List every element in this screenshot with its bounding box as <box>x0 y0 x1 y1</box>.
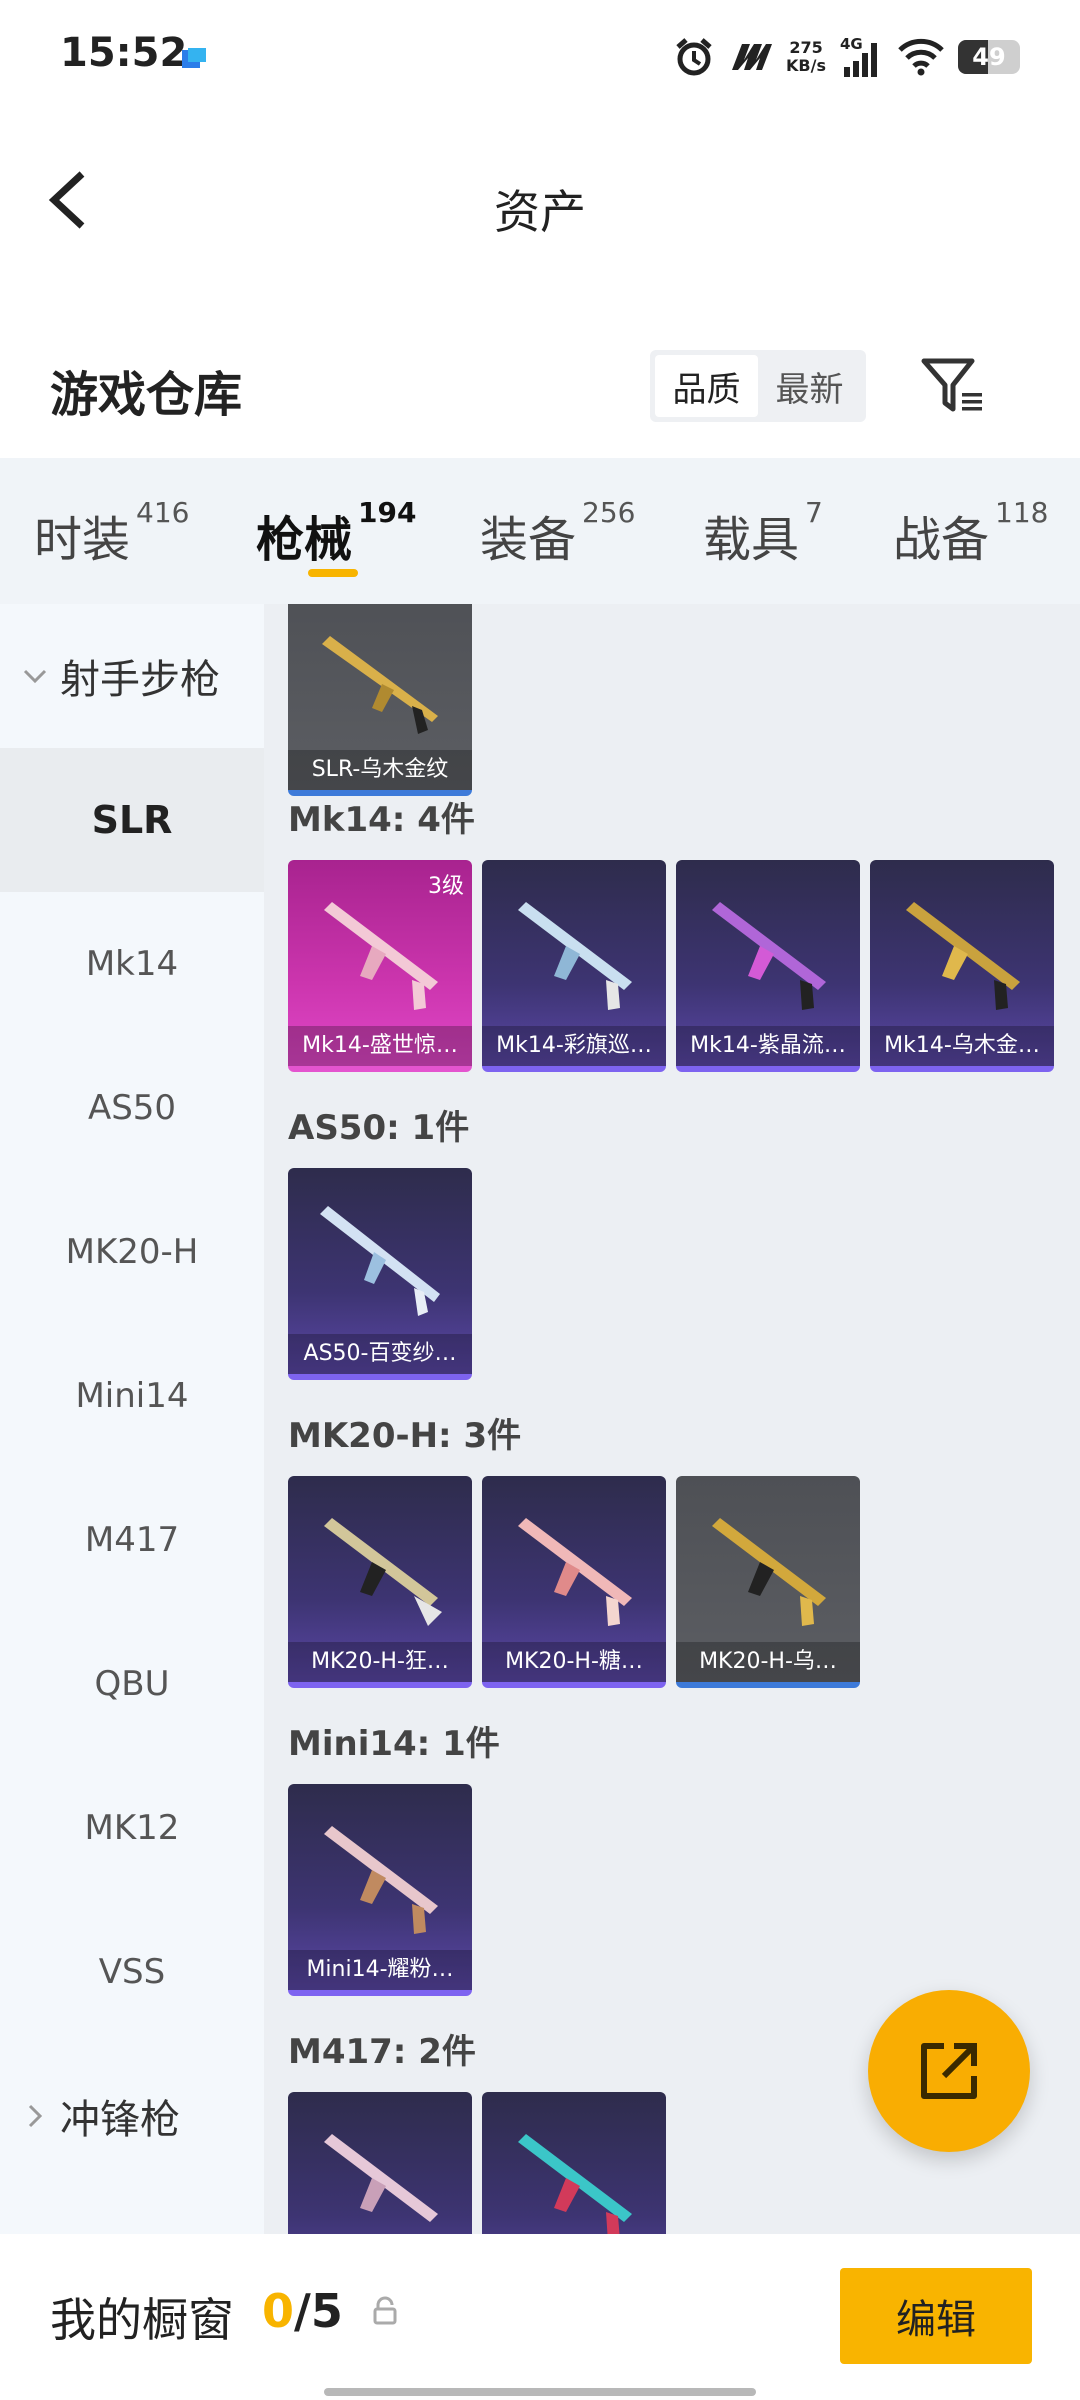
rifle-skin-icon <box>324 2134 438 2222</box>
sidebar-item-as50[interactable]: AS50 <box>0 1036 264 1180</box>
showcase-label: 我的橱窗 <box>50 2293 234 2347</box>
showcase-count: 0/5 <box>262 2284 343 2338</box>
rifle-skin-icon <box>518 1518 632 1626</box>
weapon-card[interactable]: AS50-百变纱… <box>288 1168 472 1380</box>
carrier-logo-icon <box>732 44 773 70</box>
weapon-card[interactable] <box>288 2092 472 2234</box>
weapon-card-label: Mini14-耀粉… <box>288 1950 472 1990</box>
weapon-card-label: Mk14-盛世惊… <box>288 1026 472 1066</box>
rifle-skin-icon <box>712 902 826 1010</box>
filter-icon[interactable] <box>920 355 986 415</box>
rifle-skin-icon <box>906 902 1020 1010</box>
external-link-icon <box>921 2043 977 2099</box>
home-indicator[interactable] <box>324 2388 756 2396</box>
share-button[interactable] <box>868 1990 1030 2152</box>
sidebar-item-mk14[interactable]: Mk14 <box>0 892 264 1036</box>
weapon-card[interactable]: MK20-H-糖… <box>482 1476 666 1688</box>
wifi-icon <box>898 38 944 76</box>
weapon-card[interactable]: 3级 Mk14-盛世惊… <box>288 860 472 1072</box>
weapon-card[interactable]: MK20-H-狂… <box>288 1476 472 1688</box>
rifle-skin-icon <box>322 636 438 734</box>
sidebar-item-mk20h[interactable]: MK20-H <box>0 1180 264 1324</box>
sidebar-item-mini14[interactable]: Mini14 <box>0 1324 264 1468</box>
group-title: AS50: 1件 <box>288 1108 470 1148</box>
sort-newest-button[interactable]: 最新 <box>758 355 861 417</box>
status-time: 15:52 <box>60 30 188 76</box>
sidebar-item-m417[interactable]: M417 <box>0 1468 264 1612</box>
tab-vehicles[interactable]: 载具 7 <box>703 496 823 570</box>
app-notification-icon <box>182 48 206 68</box>
weapon-card[interactable] <box>482 2092 666 2234</box>
sort-quality-button[interactable]: 品质 <box>655 355 758 417</box>
status-bar: 15:52 275 KB/s 4G 49 <box>0 0 1080 115</box>
tab-fashion[interactable]: 时装 416 <box>34 496 189 570</box>
rifle-skin-icon <box>324 1826 438 1934</box>
rifle-skin-icon <box>518 2134 632 2234</box>
group-title: MK20-H: 3件 <box>288 1416 522 1456</box>
weapon-card[interactable]: Mk14-彩旗巡… <box>482 860 666 1072</box>
tab-guns[interactable]: 枪械 194 <box>256 496 416 570</box>
cellular-signal: 4G <box>840 35 884 77</box>
header: 资产 <box>0 140 1080 260</box>
signal-icon <box>844 43 877 77</box>
tab-equipment[interactable]: 装备 256 <box>480 496 635 570</box>
rifle-skin-icon <box>324 902 438 1010</box>
group-title: Mini14: 1件 <box>288 1724 500 1764</box>
network-speed: 275 KB/s <box>786 38 826 75</box>
chevron-right-icon <box>28 2104 43 2128</box>
weapon-card-label: AS50-百变纱… <box>288 1334 472 1374</box>
sidebar-group-dmr[interactable]: 射手步枪 <box>0 604 264 748</box>
sidebar-item-vss[interactable]: VSS <box>0 1900 264 2044</box>
weapon-card-label: MK20-H-狂… <box>288 1642 472 1682</box>
weapon-card[interactable]: MK20-H-乌… <box>676 1476 860 1688</box>
page-title: 资产 <box>494 185 586 239</box>
sidebar-item-mk12[interactable]: MK12 <box>0 1756 264 1900</box>
group-title: M417: 2件 <box>288 2032 476 2072</box>
weapon-card-label: Mk14-乌木金… <box>870 1026 1054 1066</box>
weapon-card-label: Mk14-紫晶流… <box>676 1026 860 1066</box>
active-tab-indicator <box>308 569 358 577</box>
sidebar-item-qbu[interactable]: QBU <box>0 1612 264 1756</box>
weapon-card-label: Mk14-彩旗巡… <box>482 1026 666 1066</box>
rifle-skin-icon <box>320 1206 440 1316</box>
sidebar-group-smg[interactable]: 冲锋枪 <box>0 2044 264 2188</box>
battery-indicator: 49 <box>958 40 1020 74</box>
weapon-card[interactable]: SLR-乌木金纹 <box>288 604 472 796</box>
warehouse-title: 游戏仓库 <box>50 367 243 423</box>
tab-gear[interactable]: 战备 118 <box>893 496 1048 570</box>
rifle-skin-icon <box>518 902 632 1010</box>
weapon-card-label: MK20-H-乌… <box>676 1642 860 1682</box>
edit-button[interactable]: 编辑 <box>840 2268 1032 2364</box>
rifle-skin-icon <box>712 1518 826 1626</box>
weapon-card[interactable]: Mini14-耀粉… <box>288 1784 472 1996</box>
group-title: Mk14: 4件 <box>288 800 475 840</box>
rifle-skin-icon <box>324 1518 442 1626</box>
bottom-bar: 我的橱窗 0/5 编辑 <box>0 2234 1080 2400</box>
weapon-card[interactable]: Mk14-紫晶流… <box>676 860 860 1072</box>
weapon-card-label: SLR-乌木金纹 <box>288 750 472 790</box>
sidebar-item-slr[interactable]: SLR <box>0 748 264 892</box>
lock-icon <box>373 2296 397 2325</box>
chevron-down-icon <box>23 669 47 684</box>
weapon-card-label: MK20-H-糖… <box>482 1642 666 1682</box>
weapon-sidebar: 射手步枪 SLR Mk14 AS50 MK20-H Mini14 M417 QB… <box>0 604 264 2234</box>
sort-toggle: 品质 最新 <box>650 350 866 422</box>
category-tabs: 时装 416 枪械 194 装备 256 载具 7 战备 118 <box>0 458 1080 604</box>
alarm-icon <box>676 38 712 76</box>
weapon-card[interactable]: Mk14-乌木金… <box>870 860 1054 1072</box>
